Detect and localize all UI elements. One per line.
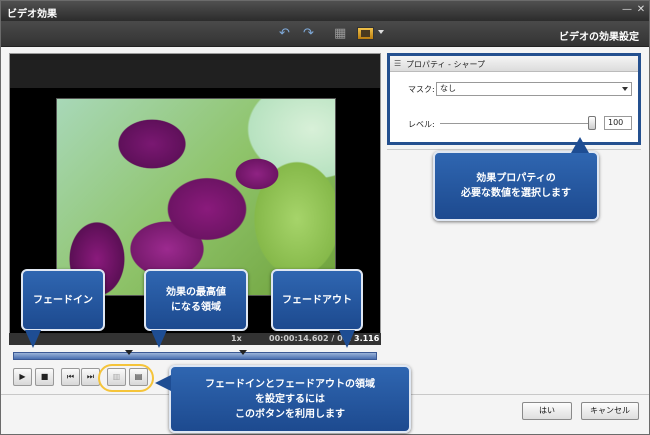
monitor-icon[interactable] bbox=[357, 27, 374, 40]
callout-pointer bbox=[25, 330, 41, 348]
callout-pointer bbox=[571, 137, 589, 153]
grid-icon[interactable]: ▦ bbox=[334, 26, 346, 42]
cancel-button[interactable]: キャンセル bbox=[581, 402, 639, 420]
title-bar: ビデオ効果 — ✕ bbox=[1, 1, 649, 21]
fade-in-marker[interactable] bbox=[125, 350, 133, 355]
ok-button[interactable]: はい bbox=[522, 402, 572, 420]
fade-in-callout: フェードイン bbox=[21, 269, 105, 331]
properties-icon: ☰ bbox=[394, 59, 402, 68]
level-input[interactable]: 100 bbox=[604, 116, 632, 130]
preview-top-bar bbox=[10, 54, 380, 88]
level-slider-track[interactable] bbox=[440, 123, 594, 125]
preview-image bbox=[56, 98, 336, 296]
properties-panel: ☰ プロパティ - シャープ マスク: なし レベル: 100 bbox=[387, 53, 641, 145]
chevron-down-icon[interactable] bbox=[378, 30, 384, 34]
callout-pointer bbox=[339, 330, 355, 348]
previous-frame-icon[interactable]: ⏮ bbox=[61, 368, 80, 386]
toolbar: ↶ ↷ ▦ ビデオの効果設定 bbox=[1, 21, 649, 47]
buttons-highlight bbox=[98, 364, 154, 392]
play-icon[interactable]: ▶ bbox=[13, 368, 32, 386]
close-icon[interactable]: ✕ bbox=[635, 4, 647, 16]
window-title: ビデオ効果 bbox=[7, 9, 57, 20]
divider bbox=[387, 149, 641, 150]
video-effects-window: ビデオ効果 — ✕ ↶ ↷ ▦ ビデオの効果設定 1x 00:00:14.602… bbox=[0, 0, 650, 435]
fade-out-callout: フェードアウト bbox=[271, 269, 363, 331]
properties-callout: 効果プロパティの 必要な数値を選択します bbox=[433, 151, 599, 221]
stop-icon[interactable]: ■ bbox=[35, 368, 54, 386]
mask-select[interactable]: なし bbox=[436, 82, 632, 96]
fade-out-marker[interactable] bbox=[239, 350, 247, 355]
panel-title: ビデオの効果設定 bbox=[559, 32, 639, 43]
total-time: 3.116 bbox=[354, 334, 380, 343]
time-strip: 1x 00:00:14.602 / 00: 3.116 bbox=[9, 333, 381, 345]
timeline-bar[interactable] bbox=[13, 350, 377, 360]
buttons-callout: フェードインとフェードアウトの領域 を設定するには このボタンを利用します bbox=[169, 365, 411, 433]
mask-value: なし bbox=[440, 84, 456, 93]
peak-region-callout: 効果の最高値 になる領域 bbox=[144, 269, 248, 331]
callout-pointer bbox=[151, 330, 167, 348]
speed-label: 1x bbox=[231, 334, 242, 343]
minimize-icon[interactable]: — bbox=[621, 4, 633, 16]
chevron-down-icon[interactable] bbox=[622, 87, 628, 91]
callout-pointer bbox=[155, 375, 171, 391]
mask-label: マスク: bbox=[408, 85, 435, 94]
level-slider-thumb[interactable] bbox=[588, 116, 596, 130]
properties-title: プロパティ - シャープ bbox=[406, 60, 486, 69]
properties-header: ☰ プロパティ - シャープ bbox=[390, 56, 638, 72]
undo-icon[interactable]: ↶ bbox=[279, 26, 290, 42]
level-label: レベル: bbox=[408, 120, 435, 129]
redo-icon[interactable]: ↷ bbox=[303, 26, 314, 42]
